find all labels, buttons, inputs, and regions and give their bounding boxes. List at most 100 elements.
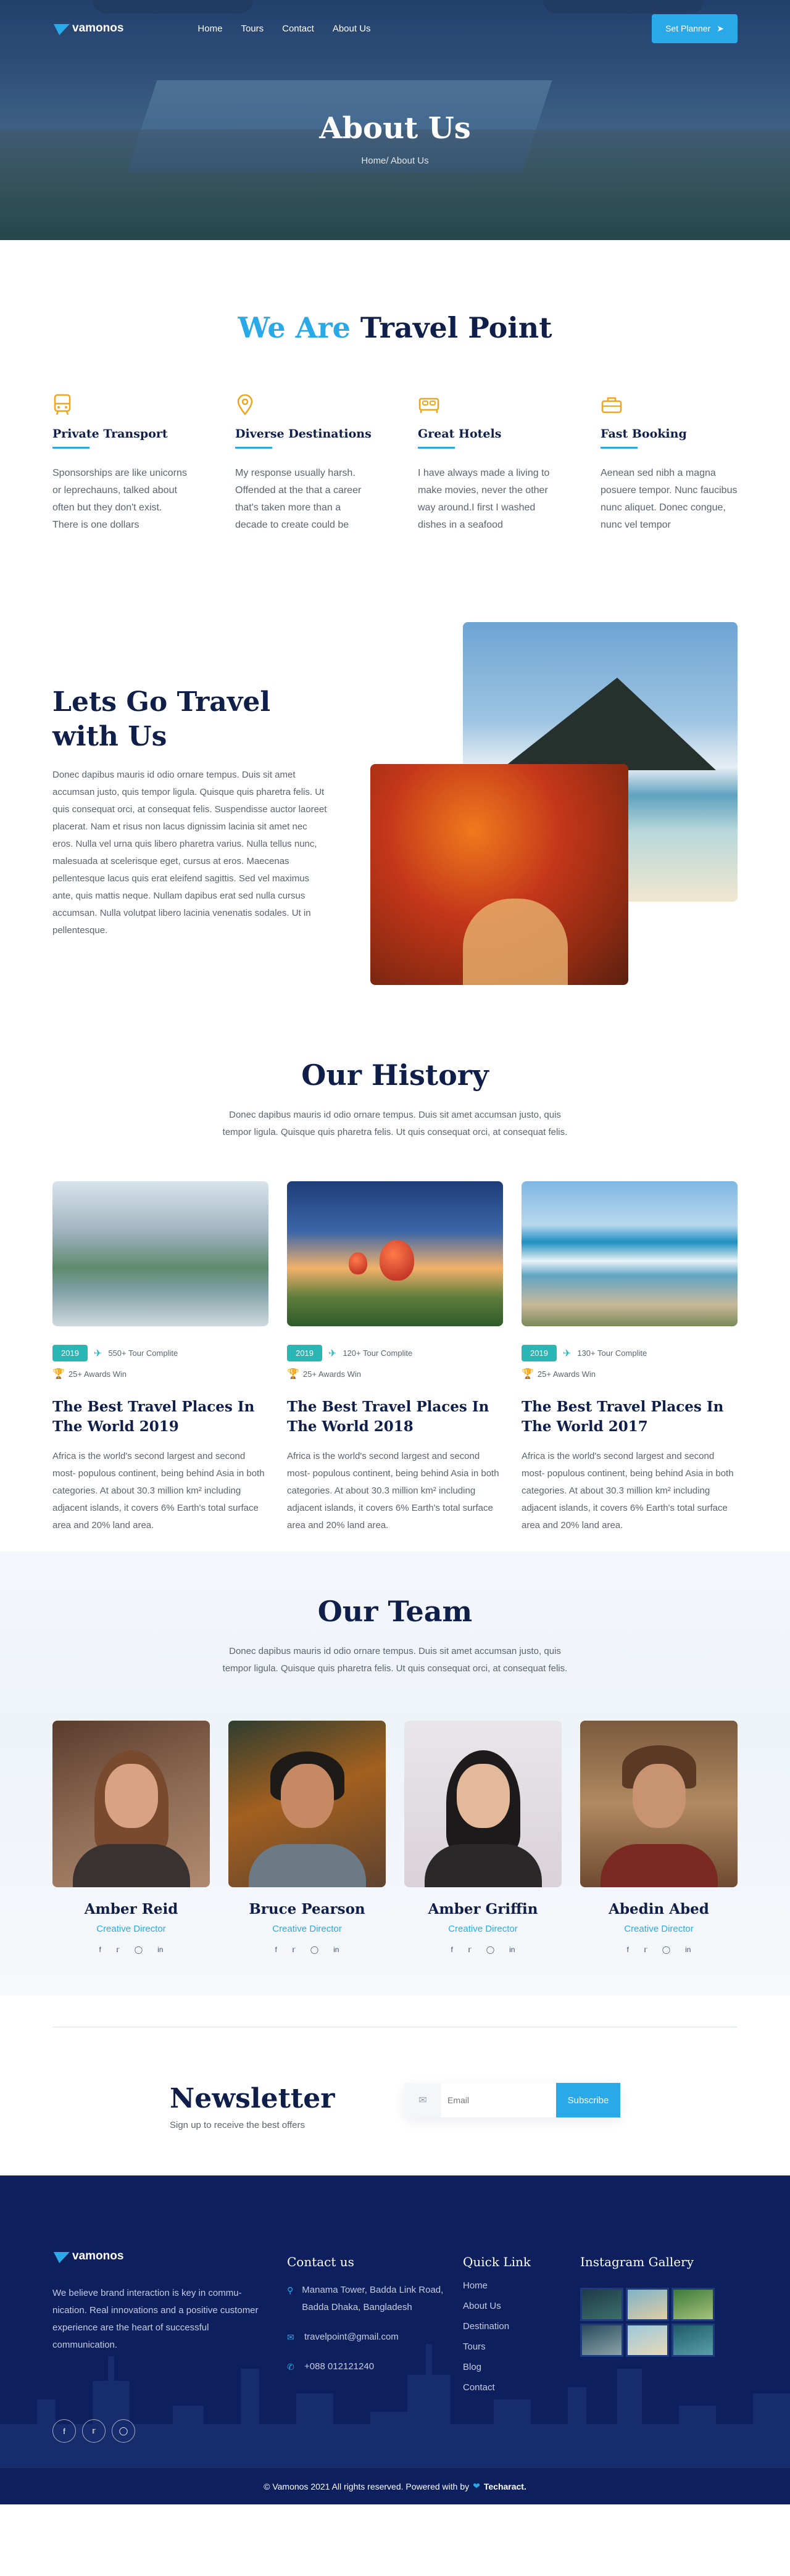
newsletter-section: Newsletter Sign up to receive the best o… xyxy=(0,2027,790,2175)
team-section: Our Team Donec dapibus mauris id odio or… xyxy=(0,1552,790,1996)
newsletter-form: ✉ Subscribe xyxy=(404,2083,620,2117)
member-socials: f 𝕣 ◯ in xyxy=(228,1945,386,1954)
history-card-text: Africa is the world's second largest and… xyxy=(52,1451,265,1531)
newsletter-title: Newsletter xyxy=(170,2083,335,2114)
subscribe-button[interactable]: Subscribe xyxy=(556,2083,620,2117)
gallery-thumb[interactable] xyxy=(672,2324,715,2357)
feature-item: Fast Booking Aenean sed nibh a magna pos… xyxy=(601,394,738,534)
team-photo xyxy=(404,1721,562,1887)
lets-go-title: Lets Go Travel with Us xyxy=(52,686,271,752)
credit-link[interactable]: Techaract. xyxy=(484,2482,526,2491)
instagram-icon[interactable]: ◯ xyxy=(486,1945,494,1954)
trophy-icon: 🏆 xyxy=(287,1369,299,1379)
gallery-thumb[interactable] xyxy=(672,2288,715,2321)
lets-go-section: Lets Go Travel with Us Donec dapibus mau… xyxy=(0,571,790,1058)
site-footer: vamonos We believe brand interaction is … xyxy=(0,2175,790,2504)
facebook-icon[interactable]: f xyxy=(52,2419,76,2443)
history-card-title: The Best Travel Places In The World 2017 xyxy=(522,1398,724,1435)
feature-item: Diverse Destinations My response usually… xyxy=(235,394,372,534)
footer-socials: f 𝕣 ◯ xyxy=(52,2419,135,2443)
member-role: Creative Director xyxy=(448,1924,518,1934)
history-card[interactable]: 2019 ✈ 120+ Tour Complite 🏆 25+ Awards W… xyxy=(287,1181,503,1534)
page-title: About Us xyxy=(319,111,471,146)
feature-title: Private Transport xyxy=(52,427,168,441)
nav-link-home[interactable]: Home xyxy=(198,23,222,34)
facebook-icon[interactable]: f xyxy=(627,1945,629,1954)
member-name: Abedin Abed xyxy=(609,1901,709,1917)
twitter-icon[interactable]: 𝕣 xyxy=(292,1945,296,1954)
history-card-text: Africa is the world's second largest and… xyxy=(287,1451,499,1531)
feature-title: Great Hotels xyxy=(418,427,502,441)
twitter-icon[interactable]: 𝕣 xyxy=(116,1945,120,1954)
twitter-icon[interactable]: 𝕣 xyxy=(468,1945,472,1954)
mail-icon: ✉ xyxy=(287,2332,294,2342)
team-photo xyxy=(580,1721,738,1887)
history-card[interactable]: 2019 ✈ 550+ Tour Complite 🏆 25+ Awards W… xyxy=(52,1181,268,1534)
footer-link-tours[interactable]: Tours xyxy=(463,2339,531,2354)
copyright-text: © Vamonos 2021 All rights reserved. Powe… xyxy=(264,2481,470,2491)
quick-links: Quick Link Home About Us Destination Tou… xyxy=(463,2254,531,2395)
team-member-card: Amber Griffin Creative Director f 𝕣 ◯ in xyxy=(404,1721,562,1954)
member-socials: f 𝕣 ◯ in xyxy=(404,1945,562,1954)
team-cards: Amber Reid Creative Director f 𝕣 ◯ in Br… xyxy=(52,1721,738,1954)
nav-link-contact[interactable]: Contact xyxy=(282,23,314,34)
nav-link-tours[interactable]: Tours xyxy=(241,23,264,34)
feature-item: Private Transport Sponsorships are like … xyxy=(52,394,189,534)
intro-section: We Are Travel Point Private Transport Sp… xyxy=(0,240,790,571)
footer-link-about[interactable]: About Us xyxy=(463,2298,531,2314)
gallery-thumb[interactable] xyxy=(580,2288,623,2321)
email-field[interactable] xyxy=(441,2083,556,2117)
footer-link-home[interactable]: Home xyxy=(463,2278,531,2293)
gallery-thumb[interactable] xyxy=(580,2324,623,2357)
bus-icon xyxy=(52,394,77,418)
footer-logo[interactable]: vamonos xyxy=(52,2250,275,2263)
instagram-icon[interactable]: ◯ xyxy=(310,1945,318,1954)
map-pin-icon xyxy=(235,394,260,418)
linkedin-icon[interactable]: in xyxy=(509,1945,515,1954)
history-section: Our History Donec dapibus mauris id odio… xyxy=(0,1058,790,1534)
linkedin-icon[interactable]: in xyxy=(157,1945,163,1954)
plane-icon: ✈ xyxy=(562,1348,572,1359)
bed-icon xyxy=(418,394,443,418)
instagram-icon[interactable]: ◯ xyxy=(112,2419,135,2443)
instagram-gallery: Instagram Gallery xyxy=(580,2254,715,2357)
set-planner-button[interactable]: Set Planner ➤ xyxy=(652,14,738,43)
feature-text: I have always made a living to make movi… xyxy=(418,468,550,530)
nav-link-about[interactable]: About Us xyxy=(333,23,371,34)
linkedin-icon[interactable]: in xyxy=(685,1945,691,1954)
luggage-icon xyxy=(601,394,625,418)
footer-link-blog[interactable]: Blog xyxy=(463,2359,531,2375)
facebook-icon[interactable]: f xyxy=(451,1945,453,1954)
twitter-icon[interactable]: 𝕣 xyxy=(82,2419,106,2443)
history-title: Our History xyxy=(301,1058,489,1092)
twitter-icon[interactable]: 𝕣 xyxy=(644,1945,647,1954)
team-member-card: Amber Reid Creative Director f 𝕣 ◯ in xyxy=(52,1721,210,1954)
footer-link-contact[interactable]: Contact xyxy=(463,2380,531,2395)
facebook-icon[interactable]: f xyxy=(99,1945,101,1954)
paper-plane-icon: ➤ xyxy=(717,23,724,33)
history-card[interactable]: 2019 ✈ 130+ Tour Complite 🏆 25+ Awards W… xyxy=(522,1181,738,1534)
main-navbar: vamonos Home Tours Contact About Us Set … xyxy=(0,0,790,57)
linkedin-icon[interactable]: in xyxy=(333,1945,339,1954)
autumn-image xyxy=(370,764,628,985)
heart-icon: ❤ xyxy=(473,2481,480,2491)
instagram-icon[interactable]: ◯ xyxy=(662,1945,670,1954)
contact-email[interactable]: travelpoint@gmail.com xyxy=(304,2329,399,2346)
instagram-icon[interactable]: ◯ xyxy=(135,1945,143,1954)
gallery-thumb[interactable] xyxy=(626,2288,669,2321)
envelope-icon: ✉ xyxy=(404,2083,441,2117)
logo-icon xyxy=(52,22,69,35)
history-cards: 2019 ✈ 550+ Tour Complite 🏆 25+ Awards W… xyxy=(52,1181,738,1534)
nav-links: Home Tours Contact About Us xyxy=(198,23,652,34)
footer-link-destination[interactable]: Destination xyxy=(463,2319,531,2334)
site-logo[interactable]: vamonos xyxy=(52,22,123,35)
facebook-icon[interactable]: f xyxy=(275,1945,277,1954)
feature-title: Diverse Destinations xyxy=(235,427,372,441)
plane-icon: ✈ xyxy=(93,1348,102,1359)
award-count: 25+ Awards Win xyxy=(302,1369,361,1379)
member-name: Bruce Pearson xyxy=(249,1901,365,1917)
phone-icon: ✆ xyxy=(287,2362,294,2372)
gallery-thumb[interactable] xyxy=(626,2324,669,2357)
award-count: 25+ Awards Win xyxy=(68,1369,127,1379)
contact-phone[interactable]: +088 012121240 xyxy=(304,2358,374,2375)
